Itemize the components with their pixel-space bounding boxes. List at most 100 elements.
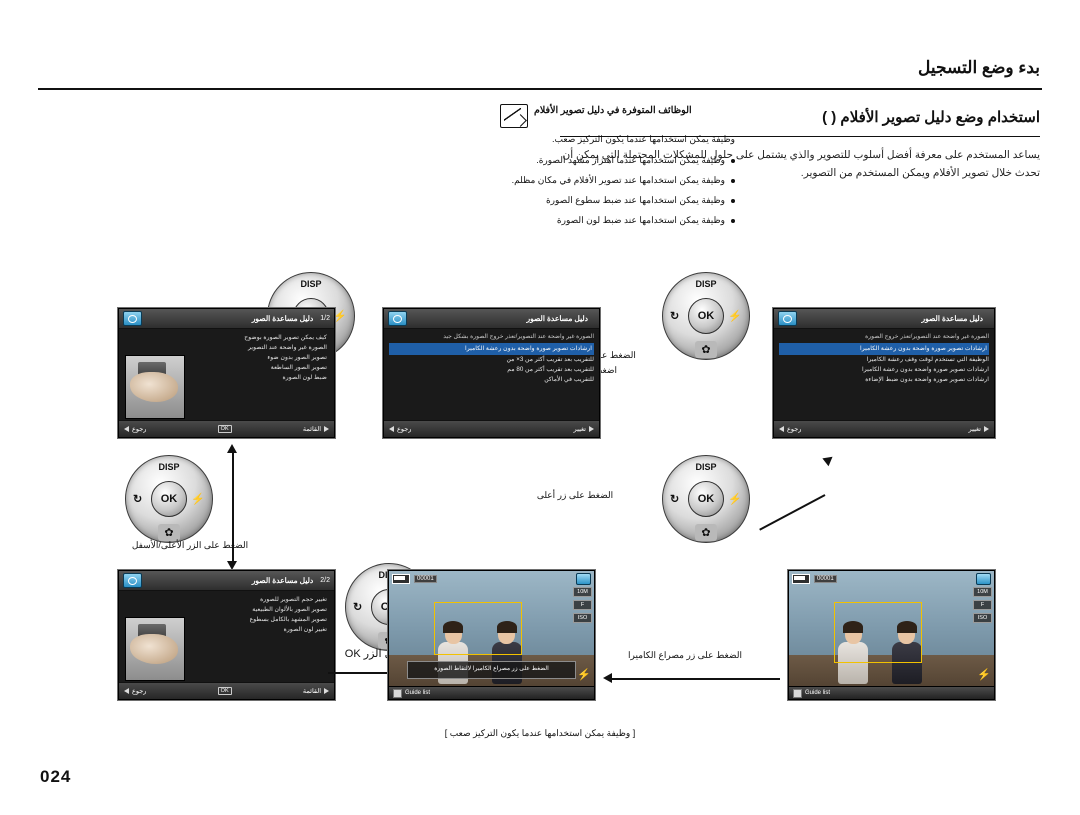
- caption-press-up: الضغط على زر أعلى: [500, 488, 650, 503]
- lcd-line[interactable]: كيف يمكن تصوير الصورة بوضوح: [124, 333, 327, 343]
- arrow-right-icon: [324, 426, 329, 432]
- lcd-footer-left[interactable]: رجوع: [124, 687, 146, 695]
- header-rule: [38, 88, 1042, 90]
- lcd-footer-left-label: رجوع: [787, 426, 802, 433]
- note-pencil-icon: [500, 104, 528, 128]
- list-item: وظيفة يمكن استخدامها عند تصوير الأفلام ف…: [500, 174, 735, 188]
- lcd-page-indicator: 1/2: [320, 315, 330, 322]
- caption-press-up-down: الضغط على الزر الأعلى/الأسفل: [100, 538, 280, 553]
- footnote: [ وظيفة يمكن استخدامها عندما يكون التركي…: [444, 728, 636, 738]
- timer-icon[interactable]: ↻: [670, 310, 679, 323]
- photo-osd-top: 00001: [792, 572, 991, 585]
- lcd-title: دليل مساعدة الصور: [251, 314, 314, 323]
- lcd-footer-left-label: رجوع: [132, 688, 147, 695]
- lcd-line[interactable]: الصورة غير واضحة عند التصوير: [124, 343, 327, 353]
- ok-badge: OK: [217, 425, 232, 433]
- photo-osd-side: 10M F ISO: [973, 587, 992, 623]
- lcd-page-indicator: 2/2: [320, 577, 330, 584]
- lcd-botbar: تغيير رجوع: [384, 420, 599, 437]
- flash-icon[interactable]: ⚡: [728, 493, 742, 506]
- list-item: وظيفة يمكن استخدامها عند ضبط لون الصورة: [500, 214, 735, 228]
- nav-pad-top-right[interactable]: DISP ↻ ⚡ ✿ OK: [662, 272, 750, 360]
- iso-chip: ISO: [973, 613, 992, 623]
- lcd-line[interactable]: للتقريب بعد تقريب أكثر من 3× من: [389, 355, 594, 365]
- flash-icon[interactable]: ⚡: [191, 493, 205, 506]
- photo-preview-right: 00001 10M F ISO ⚡ Guide list: [788, 570, 995, 700]
- lcd-line[interactable]: ارشادات تصوير صورة واضحة بدون رعشة الكام…: [779, 365, 989, 375]
- photo-preview-middle: 00001 10M F ISO ⚡ الضغط على زر مصراع الك…: [388, 570, 595, 700]
- lcd-footer-right[interactable]: تغيير: [969, 425, 989, 433]
- ok-badge: OK: [217, 687, 232, 695]
- ok-button[interactable]: OK: [688, 298, 724, 334]
- caption-text: الضغط على زر مصراع الكاميرا: [628, 650, 742, 660]
- lcd-footer-ok[interactable]: OK: [217, 687, 232, 695]
- photo-osd-top: 00001: [392, 572, 591, 585]
- nav-pad-left[interactable]: DISP ↻ ⚡ ✿ OK: [125, 455, 213, 543]
- guide-label: Guide list: [405, 690, 431, 696]
- guide-bar[interactable]: Guide list: [789, 686, 994, 699]
- camera-mode-icon: [123, 311, 142, 326]
- lcd-footer-right-label: تغيير: [573, 426, 586, 433]
- lcd-footer-right[interactable]: تغيير: [574, 425, 594, 433]
- aperture-chip: F: [973, 600, 992, 610]
- timer-icon[interactable]: ↻: [670, 493, 679, 506]
- lcd-screen-help-1: 1/2 دليل مساعدة الصور كيف يمكن تصوير الص…: [118, 308, 335, 438]
- arrow-down-icon: [227, 561, 237, 570]
- ok-button[interactable]: OK: [151, 481, 187, 517]
- lcd-thumbnail-photo: [125, 355, 185, 419]
- resolution-chip: 10M: [573, 587, 592, 597]
- diagonal-arrow-line: [759, 494, 826, 531]
- timer-icon[interactable]: ↻: [353, 601, 362, 614]
- lcd-footer-ok[interactable]: OK: [217, 425, 232, 433]
- horizontal-arrow-line-2: [610, 678, 780, 680]
- notes-head-label: الوظائف المتوفرة في دليل تصوير الأفلام: [534, 105, 692, 116]
- lcd-line[interactable]: تغيير حجم التصوير للصورة: [124, 595, 327, 605]
- lcd-title: دليل مساعدة الصور: [921, 314, 983, 323]
- lcd-line[interactable]: الوظيفة التي تستخدم لوقت وقف رعشة الكامي…: [779, 355, 989, 365]
- lcd-footer-right[interactable]: القائمة: [303, 687, 329, 695]
- lcd-line[interactable]: للتقريب بعد تقريب أكثر من 80 مم: [389, 365, 594, 375]
- camera-mode-icon: [388, 311, 407, 326]
- list-item: وظيفة يمكن استخدامها عندما اهتزاز مشهد ا…: [500, 154, 735, 168]
- flash-icon[interactable]: ⚡: [333, 310, 347, 323]
- lcd-footer-left[interactable]: رجوع: [124, 425, 146, 433]
- lcd-botbar: القائمة OK رجوع: [119, 682, 334, 699]
- lcd-topbar: دليل مساعدة الصور: [384, 309, 599, 329]
- nav-pad-middle-right[interactable]: DISP ↻ ⚡ ✿ OK: [662, 455, 750, 543]
- lcd-footer-right-label: تغيير: [968, 426, 981, 433]
- macro-icon[interactable]: ✿: [695, 341, 717, 358]
- guide-bar[interactable]: Guide list: [389, 686, 594, 699]
- hand-illustration: [130, 372, 178, 402]
- shot-counter: 00001: [414, 574, 437, 583]
- lcd-botbar: تغيير رجوع: [774, 420, 994, 437]
- disp-button-label[interactable]: DISP: [158, 462, 179, 472]
- ok-button[interactable]: OK: [688, 481, 724, 517]
- list-item: وظيفة يمكن استخدامها عند ضبط سطوع الصورة: [500, 194, 735, 208]
- lcd-title: دليل مساعدة الصور: [526, 314, 588, 323]
- timer-icon[interactable]: ↻: [133, 493, 142, 506]
- arrow-left-icon: [124, 688, 129, 694]
- lcd-footer-left[interactable]: رجوع: [389, 425, 411, 433]
- guide-label: Guide list: [805, 690, 831, 696]
- lcd-subtitle: الصورة غير واضحة عند التصوير/تعذر خروج ا…: [865, 334, 989, 340]
- lcd-line[interactable]: للتقريب في الأماكن: [389, 375, 594, 385]
- lcd-screen-help-2: 2/2 دليل مساعدة الصور تغيير حجم التصوير …: [118, 570, 335, 700]
- lcd-line-highlighted[interactable]: ارشادات تصوير صورة واضحة بدون رعشة الكام…: [389, 343, 594, 355]
- disp-button-label[interactable]: DISP: [300, 279, 321, 289]
- lcd-line-highlighted[interactable]: ارشادات تصوير صورة واضحة بدون رعشة الكام…: [779, 343, 989, 355]
- lcd-footer-left[interactable]: رجوع: [779, 425, 801, 433]
- camera-mode-icon: [576, 572, 591, 585]
- disp-button-label[interactable]: DISP: [695, 279, 716, 289]
- lcd-topbar: 1/2 دليل مساعدة الصور: [119, 309, 334, 329]
- lcd-line[interactable]: ارشادات تصوير صورة واضحة بدون ضبط الإضاء…: [779, 375, 989, 385]
- flash-icon: ⚡: [977, 669, 991, 681]
- disp-button-label[interactable]: DISP: [695, 462, 716, 472]
- lcd-footer-left-label: رجوع: [132, 426, 147, 433]
- lcd-subtitle: الصورة غير واضحة عند التصوير/تعذر خروج ا…: [443, 334, 594, 340]
- macro-icon[interactable]: ✿: [695, 524, 717, 541]
- battery-icon: [792, 573, 810, 584]
- lcd-line[interactable]: تصوير الصور بالألوان الطبيعية: [124, 605, 327, 615]
- lcd-footer-right[interactable]: القائمة: [303, 425, 329, 433]
- flash-icon[interactable]: ⚡: [728, 310, 742, 323]
- lcd-body: كيف يمكن تصوير الصورة بوضوح الصورة غير و…: [119, 329, 334, 420]
